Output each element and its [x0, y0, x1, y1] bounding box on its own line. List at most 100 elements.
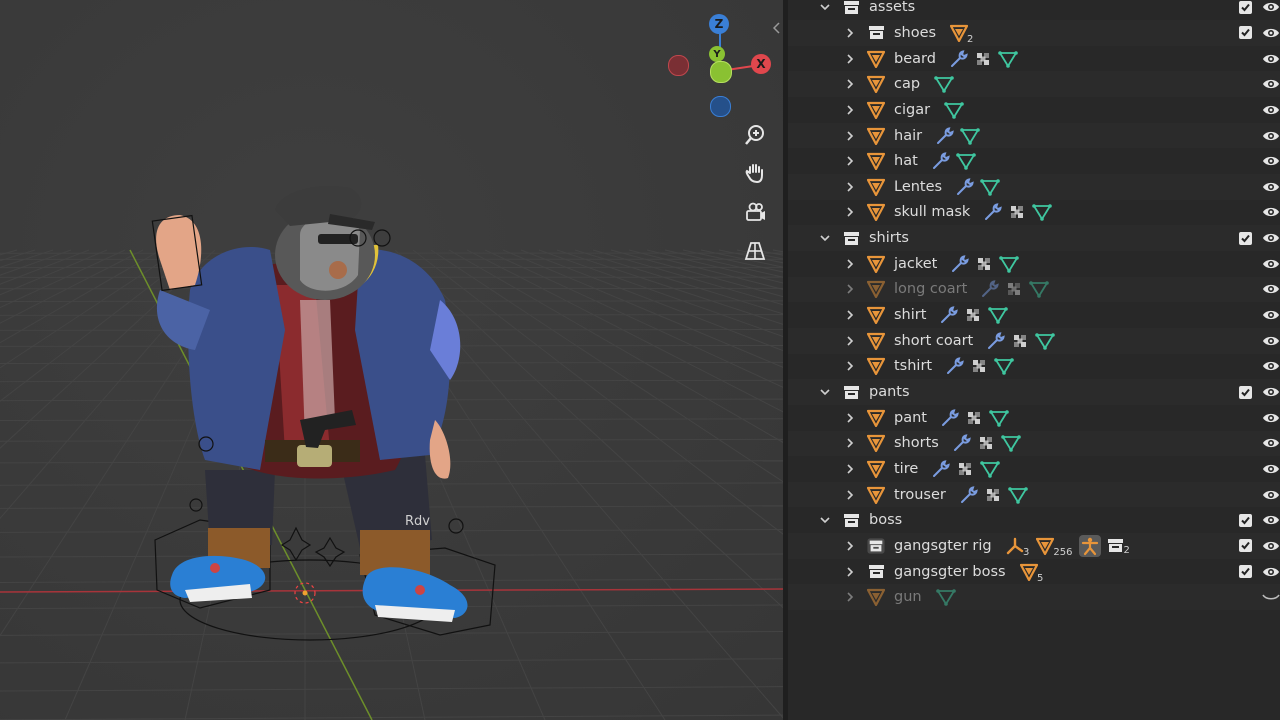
mesh-object-icon[interactable]: 2: [950, 24, 974, 45]
wrench-icon[interactable]: [950, 49, 968, 68]
camera-view-button[interactable]: [738, 195, 772, 229]
outliner-object-tire[interactable]: tire: [788, 456, 1280, 482]
outliner-object-skull-mask[interactable]: skull mask: [788, 200, 1280, 226]
mesh-data-icon[interactable]: [1001, 434, 1021, 453]
mesh-data-icon[interactable]: [988, 306, 1008, 324]
wrench-icon[interactable]: [946, 357, 964, 375]
eye-icon[interactable]: [1262, 0, 1280, 14]
chevron-right-icon[interactable]: [842, 76, 858, 92]
outliner-item-label[interactable]: assets: [869, 0, 915, 15]
wrench-icon[interactable]: [956, 178, 974, 196]
mesh-data-icon[interactable]: [980, 178, 1000, 196]
eye-icon[interactable]: [1262, 77, 1280, 91]
outliner-item-label[interactable]: tire: [894, 461, 918, 477]
mesh-data-icon[interactable]: [994, 357, 1014, 376]
sidebar-toggle-icon[interactable]: [773, 18, 783, 38]
material-icon[interactable]: [970, 357, 988, 375]
outliner-object-hair[interactable]: hair: [788, 122, 1280, 149]
eye-icon[interactable]: [1262, 436, 1280, 450]
outliner-collection-gangsgter-boss[interactable]: gangsgter boss 5: [788, 559, 1280, 585]
material-icon[interactable]: [975, 255, 993, 273]
chevron-right-icon[interactable]: [842, 102, 858, 118]
chevron-right-icon[interactable]: [842, 51, 858, 67]
exclude-checkbox[interactable]: [1239, 513, 1252, 527]
eye-icon[interactable]: [1262, 462, 1280, 476]
outliner-item-label[interactable]: long coart: [894, 281, 967, 297]
collection-icon[interactable]: 2: [1107, 538, 1130, 556]
wrench-icon[interactable]: [941, 408, 959, 427]
material-icon[interactable]: [984, 486, 1002, 504]
armature-icon[interactable]: 3: [1006, 537, 1030, 558]
eye-icon[interactable]: [1262, 154, 1280, 168]
chevron-right-icon[interactable]: [842, 435, 858, 451]
outliner-object-pant[interactable]: pant: [788, 405, 1280, 431]
chevron-right-icon[interactable]: [842, 179, 858, 195]
exclude-checkbox[interactable]: [1239, 26, 1252, 40]
outliner-item-label[interactable]: gangsgter boss: [894, 564, 1006, 580]
chevron-right-icon[interactable]: [842, 333, 858, 349]
outliner-item-label[interactable]: gangsgter rig: [894, 538, 992, 554]
eye-icon[interactable]: [1262, 282, 1280, 296]
eye-icon[interactable]: [1262, 26, 1280, 40]
mesh-data-icon[interactable]: [999, 255, 1019, 273]
outliner-object-hat[interactable]: hat: [788, 148, 1280, 174]
chevron-right-icon[interactable]: [842, 410, 858, 426]
wrench-icon[interactable]: [932, 460, 950, 478]
material-icon[interactable]: [1005, 280, 1023, 298]
eye-icon[interactable]: [1262, 359, 1280, 373]
pan-button[interactable]: [738, 156, 772, 190]
chevron-right-icon[interactable]: [842, 487, 858, 503]
gizmo-neg-z-axis[interactable]: [710, 96, 731, 117]
chevron-right-icon[interactable]: [842, 358, 858, 374]
chevron-right-icon[interactable]: [842, 589, 858, 605]
eye-icon[interactable]: [1262, 513, 1280, 527]
wrench-icon[interactable]: [953, 434, 971, 452]
chevron-down-icon[interactable]: [817, 230, 833, 246]
mesh-data-icon[interactable]: [1008, 486, 1028, 504]
eye-icon[interactable]: [1262, 539, 1280, 553]
eye-icon[interactable]: [1262, 205, 1280, 219]
chevron-right-icon[interactable]: [842, 281, 858, 297]
wrench-icon[interactable]: [987, 331, 1005, 350]
eye-icon[interactable]: [1262, 334, 1280, 348]
wrench-icon[interactable]: [981, 280, 999, 298]
outliner-item-label[interactable]: hat: [894, 153, 918, 169]
mesh-object-icon[interactable]: 5: [1020, 563, 1044, 584]
material-icon[interactable]: [974, 50, 992, 68]
chevron-right-icon[interactable]: [842, 153, 858, 169]
outliner-object-shorts[interactable]: shorts: [788, 430, 1280, 457]
outliner-object-long-coart[interactable]: long coart: [788, 276, 1280, 303]
mesh-data-icon[interactable]: [944, 101, 964, 119]
chevron-right-icon[interactable]: [842, 307, 858, 323]
outliner-item-label[interactable]: jacket: [894, 256, 937, 272]
chevron-right-icon[interactable]: [842, 564, 858, 580]
chevron-right-icon[interactable]: [842, 256, 858, 272]
outliner-object-trouser[interactable]: trouser: [788, 481, 1280, 508]
outliner-object-shirt[interactable]: shirt: [788, 302, 1280, 328]
outliner-item-label[interactable]: pant: [894, 410, 927, 426]
outliner-collection-assets[interactable]: assets: [788, 0, 1280, 20]
outliner-item-label[interactable]: cap: [894, 76, 920, 92]
outliner-collection-shirts[interactable]: shirts: [788, 225, 1280, 251]
eye-icon[interactable]: [1262, 180, 1280, 194]
outliner-object-short-coart[interactable]: short coart: [788, 327, 1280, 354]
outliner-object-gun[interactable]: gun: [788, 584, 1280, 611]
exclude-checkbox[interactable]: [1239, 231, 1252, 245]
outliner-object-beard[interactable]: beard: [788, 46, 1280, 72]
outliner-collection-pants[interactable]: pants: [788, 379, 1280, 405]
3d-viewport[interactable]: Rdv Z X Y: [0, 0, 783, 720]
chevron-down-icon[interactable]: [817, 512, 833, 528]
outliner-item-label[interactable]: short coart: [894, 333, 973, 349]
outliner-item-label[interactable]: skull mask: [894, 204, 970, 220]
material-icon[interactable]: [956, 460, 974, 478]
eye-icon[interactable]: [1262, 411, 1280, 425]
zoom-button[interactable]: [738, 118, 772, 152]
chevron-down-icon[interactable]: [817, 0, 833, 15]
chevron-right-icon[interactable]: [842, 461, 858, 477]
exclude-checkbox[interactable]: [1239, 0, 1252, 14]
chevron-right-icon[interactable]: [842, 25, 858, 41]
wrench-icon[interactable]: [936, 126, 954, 145]
wrench-icon[interactable]: [932, 152, 950, 170]
outliner-item-label[interactable]: cigar: [894, 102, 930, 118]
gizmo-y-axis[interactable]: Y: [709, 46, 725, 62]
